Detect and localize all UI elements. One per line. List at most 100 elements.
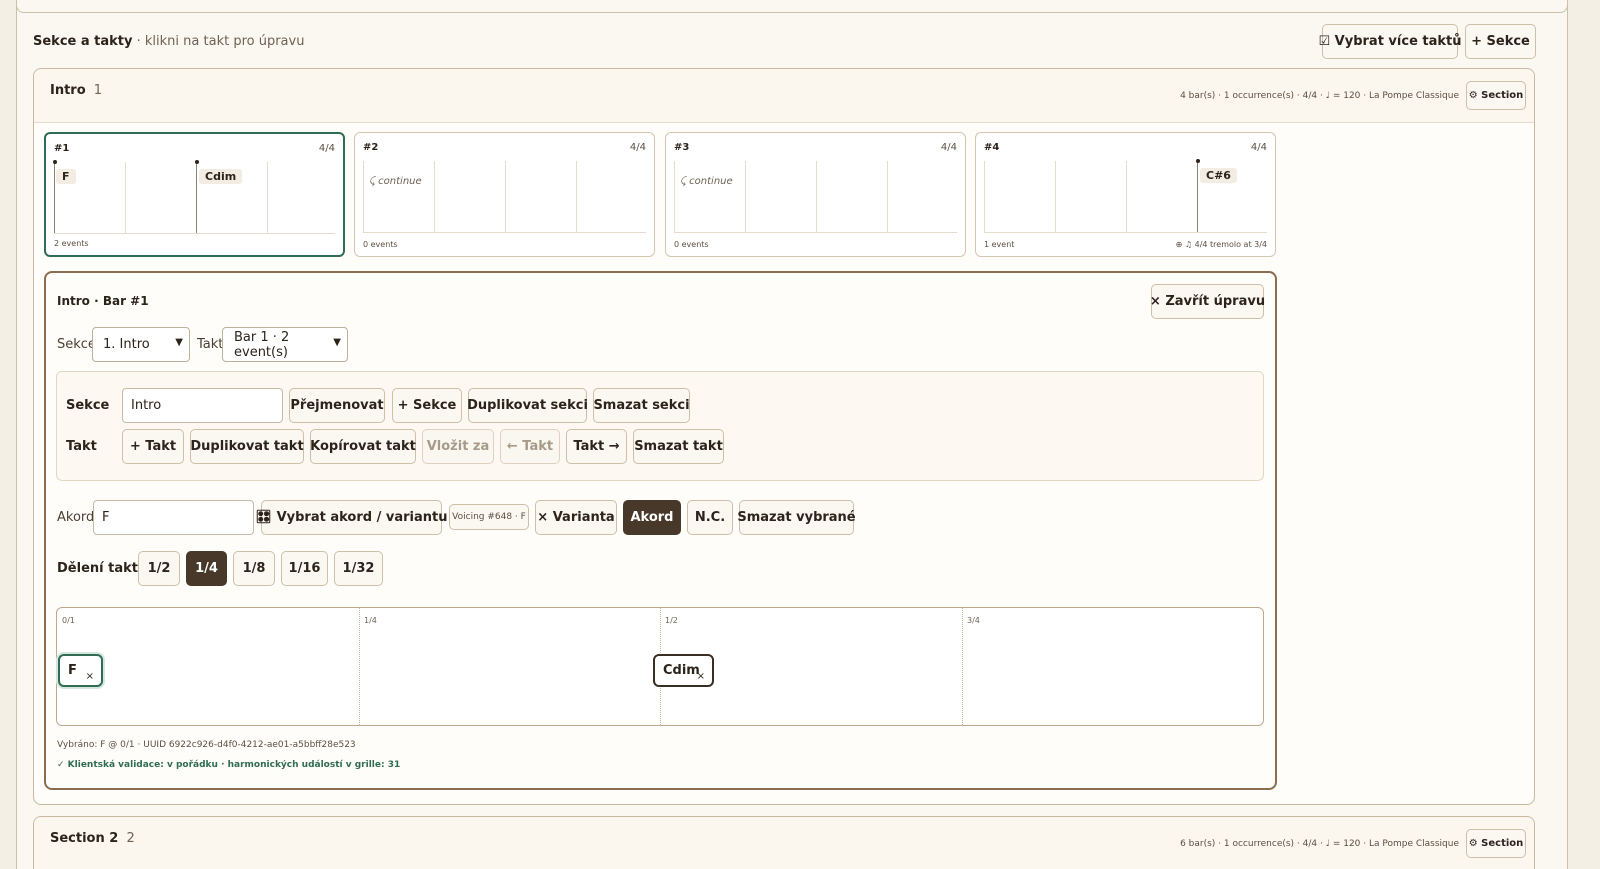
remove-variant-button[interactable]: × Varianta xyxy=(535,500,617,535)
bar-beat-grid: C#6 xyxy=(984,159,1267,233)
chevron-down-icon: ▼ xyxy=(175,337,183,348)
select-multiple-bars-button[interactable]: ☑ Vybrat více taktů xyxy=(1318,24,1462,59)
move-bar-right-button[interactable]: Takt → xyxy=(566,429,627,464)
toolbox-section-label: Sekce xyxy=(66,398,110,413)
event-marker xyxy=(195,160,199,164)
duplicate-section-button[interactable]: Duplikovat sekci xyxy=(467,388,588,423)
timeline-chord-chip[interactable]: Cdim × xyxy=(653,654,714,687)
top-toolbar-remnant xyxy=(16,0,1568,13)
delete-bar-button[interactable]: Smazat takt xyxy=(633,429,724,464)
beat-line xyxy=(1055,161,1056,232)
bar-time-signature: 4/4 xyxy=(629,142,646,153)
bar-continue-label: ⤹ continue xyxy=(680,176,733,187)
beat-line xyxy=(267,162,268,233)
bar-chord-label: F xyxy=(56,169,76,184)
section-select-value: 1. Intro xyxy=(103,337,150,352)
delete-selected-button[interactable]: Smazat vybrané xyxy=(737,500,856,535)
section-settings-button[interactable]: ⚙ Section xyxy=(1466,81,1526,110)
bar-beat-grid: F Cdim xyxy=(53,160,335,234)
event-marker xyxy=(1196,159,1200,163)
toolbox-add-section-button[interactable]: + Sekce xyxy=(392,388,462,423)
beat-line xyxy=(674,161,675,232)
section-select-label: Sekce xyxy=(57,337,96,352)
close-editor-button[interactable]: × Zavřít úpravu xyxy=(1150,284,1265,319)
section-meta: 6 bar(s) · 1 occurrence(s) · 4/4 · ♩ = 1… xyxy=(1180,839,1459,849)
beat-line xyxy=(53,160,57,233)
section-name: Section 2 xyxy=(50,831,119,846)
copy-bar-button[interactable]: Kopírovat takt xyxy=(310,429,416,464)
beat-line xyxy=(887,161,888,232)
chevron-down-icon: ▼ xyxy=(333,337,341,348)
beat-line xyxy=(1126,161,1127,232)
timeline-mark: 3/4 xyxy=(967,616,980,625)
close-icon[interactable]: × xyxy=(697,671,705,682)
section-name-input[interactable]: Intro xyxy=(122,388,283,423)
bar-time-signature: 4/4 xyxy=(940,142,957,153)
selected-event-info: Vybráno: F @ 0/1 · UUID 6922c926-d4f0-42… xyxy=(57,740,356,750)
chord-label: Akord xyxy=(57,510,95,525)
bar-card[interactable]: #2 4/4 ⤹ continue 0 events xyxy=(354,132,655,257)
rename-section-button[interactable]: Přejmenovat xyxy=(289,388,385,423)
bar-continue-label: ⤹ continue xyxy=(369,176,422,187)
bar-number: #1 xyxy=(54,143,70,154)
bar-card[interactable]: #3 4/4 ⤹ continue 0 events xyxy=(665,132,966,257)
timeline-chord-chip[interactable]: F × xyxy=(58,654,103,687)
bar-number: #4 xyxy=(984,142,1000,153)
bar-time-signature: 4/4 xyxy=(1250,142,1267,153)
beat-line xyxy=(745,161,746,232)
division-option-1-32[interactable]: 1/32 xyxy=(334,551,383,586)
beat-line xyxy=(816,161,817,232)
timeline-mark: 1/2 xyxy=(665,616,678,625)
bar-beat-grid: ⤹ continue xyxy=(363,161,646,233)
beat-line xyxy=(195,160,199,233)
beat-line xyxy=(434,161,435,232)
section-select[interactable]: 1. Intro ▼ xyxy=(92,327,190,362)
bar-number: #3 xyxy=(674,142,690,153)
beat-line xyxy=(984,161,985,232)
no-chord-button[interactable]: N.C. xyxy=(687,500,733,535)
bar-beat-grid: ⤹ continue xyxy=(674,161,957,233)
section-index: 1 xyxy=(93,83,103,98)
division-option-1-16[interactable]: 1/16 xyxy=(281,551,328,586)
timeline-mark: 1/4 xyxy=(364,616,377,625)
chip-label: Cdim xyxy=(663,663,700,678)
add-section-button[interactable]: + Sekce xyxy=(1465,24,1536,59)
add-bar-button[interactable]: + Takt xyxy=(122,429,184,464)
chip-label: F xyxy=(68,663,77,678)
sections-hint: · klikni na takt pro úpravu xyxy=(136,34,305,49)
bar-select-label: Takt xyxy=(197,337,224,352)
editor-title: Intro · Bar #1 xyxy=(57,294,149,308)
move-bar-left-button[interactable]: ← Takt xyxy=(500,429,560,464)
bar-event-count: 1 event xyxy=(984,240,1015,249)
beat-line xyxy=(505,161,506,232)
bar-card[interactable]: #1 4/4 F Cdim 2 events xyxy=(44,132,345,257)
bar-chord-label: Cdim xyxy=(199,169,243,184)
beat-line xyxy=(363,161,364,232)
close-icon[interactable]: × xyxy=(86,671,94,682)
insert-after-button[interactable]: Vložit za xyxy=(422,429,494,464)
bar-chord-label: C#6 xyxy=(1200,168,1237,183)
timeline-divider xyxy=(962,608,963,725)
section-header[interactable]: Section 2 2 6 bar(s) · 1 occurrence(s) ·… xyxy=(34,817,1534,869)
duplicate-bar-button[interactable]: Duplikovat takt xyxy=(190,429,304,464)
beat-line xyxy=(576,161,577,232)
chord-mode-button[interactable]: Akord xyxy=(623,500,681,535)
division-option-1-2[interactable]: 1/2 xyxy=(138,551,180,586)
section-name: Intro xyxy=(50,83,86,98)
section-meta: 4 bar(s) · 1 occurrence(s) · 4/4 · ♩ = 1… xyxy=(1180,91,1459,101)
section-header[interactable]: Intro 1 4 bar(s) · 1 occurrence(s) · 4/4… xyxy=(34,69,1534,123)
sections-header: Sekce a takty · klikni na takt pro úprav… xyxy=(33,34,304,49)
delete-section-button[interactable]: Smazat sekci xyxy=(593,388,690,423)
bar-card[interactable]: #4 4/4 C#6 1 event ⊕ ♫ 4/4 tremolo at 3/… xyxy=(975,132,1276,257)
bar-number: #2 xyxy=(363,142,379,153)
bar-tremolo-note: ⊕ ♫ 4/4 tremolo at 3/4 xyxy=(1175,240,1267,249)
bar-select[interactable]: Bar 1 · 2 event(s) ▼ xyxy=(222,327,348,362)
bar-timeline[interactable]: 0/1 1/4 1/2 3/4 F × Cdim × xyxy=(56,607,1264,726)
chord-input[interactable]: F xyxy=(93,500,254,535)
division-option-1-4[interactable]: 1/4 xyxy=(186,551,227,586)
section-settings-button[interactable]: ⚙ Section xyxy=(1466,829,1526,858)
pick-chord-variant-button[interactable]: 🎛 Vybrat akord / variantu xyxy=(256,500,447,535)
division-option-1-8[interactable]: 1/8 xyxy=(233,551,275,586)
validation-status: ✓ Klientská validace: v pořádku · harmon… xyxy=(57,760,401,770)
event-marker xyxy=(53,160,57,164)
